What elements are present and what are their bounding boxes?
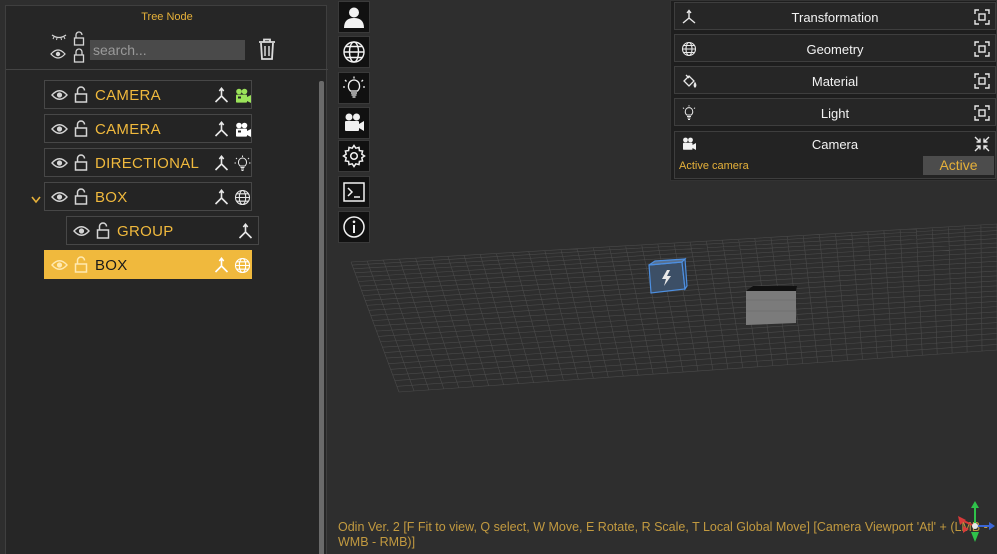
transform-axes-icon <box>214 189 229 205</box>
tree-scrollbar[interactable] <box>319 81 324 554</box>
eye-icon[interactable] <box>50 48 66 60</box>
settings-button[interactable] <box>338 140 370 172</box>
tree-header <box>6 30 328 70</box>
expand-icon[interactable] <box>974 73 990 89</box>
app-root: Odin Ver. 2 [F Fit to view, Q select, W … <box>0 0 997 554</box>
tree-node-panel: Tree Node CAMERA CAMERA DIRECTIONAL BOX GROU… <box>5 5 328 554</box>
tree-node-label: GROUP <box>117 223 174 240</box>
geometry-label: Geometry <box>806 42 864 57</box>
transform-axes-icon <box>214 257 229 273</box>
properties-panel: Transformation Geometry Material Light C… <box>670 0 997 181</box>
eye-icon[interactable] <box>73 224 90 238</box>
grid-lines <box>350 223 997 393</box>
globe-icon <box>343 41 365 63</box>
eye-icon[interactable] <box>51 190 68 204</box>
lock-open-icon[interactable] <box>74 86 88 103</box>
tree-node-camera[interactable]: CAMERA <box>44 114 252 143</box>
transformation-section[interactable]: Transformation <box>674 2 996 30</box>
active-button[interactable]: Active <box>923 156 994 175</box>
transform-axes-icon <box>214 121 229 137</box>
collapse-icon[interactable] <box>974 136 990 152</box>
tree-node-group[interactable]: GROUP <box>66 216 259 245</box>
tree-node-label: CAMERA <box>95 87 161 104</box>
trash-icon[interactable] <box>256 37 278 61</box>
box-object[interactable] <box>746 286 797 325</box>
geometry-icon <box>234 189 251 206</box>
geometry-icon <box>234 257 251 274</box>
camera-label: Camera <box>811 137 859 152</box>
lock-open-icon[interactable] <box>74 188 88 205</box>
light-label: Light <box>820 106 850 121</box>
lock-open-icon[interactable] <box>74 256 88 273</box>
camera-icon <box>345 113 364 131</box>
eye-icon[interactable] <box>51 122 68 136</box>
expand-icon[interactable] <box>974 41 990 57</box>
eye-icon[interactable] <box>51 258 68 272</box>
gear-icon <box>342 144 366 168</box>
search-input[interactable] <box>90 40 245 60</box>
material-label: Material <box>811 74 859 89</box>
camera-section: Camera Active camera Active <box>674 131 996 179</box>
globe-button[interactable] <box>338 36 370 68</box>
camera-icon <box>236 88 251 103</box>
user-icon <box>344 7 364 28</box>
expand-icon[interactable] <box>974 105 990 121</box>
console-button[interactable] <box>338 176 370 208</box>
material-section[interactable]: Material <box>674 66 996 94</box>
info-icon <box>343 216 365 238</box>
light-button[interactable] <box>338 72 370 104</box>
camera-button[interactable] <box>338 107 370 139</box>
user-button[interactable] <box>338 1 370 33</box>
tree-node-label: BOX <box>95 189 128 206</box>
lock-open-icon[interactable] <box>74 154 88 171</box>
lock-icon[interactable] <box>73 48 85 63</box>
expand-icon[interactable] <box>974 9 990 25</box>
transform-axes-icon <box>238 223 253 239</box>
geometry-section[interactable]: Geometry <box>674 34 996 62</box>
selected-box[interactable] <box>648 257 688 294</box>
light-section[interactable]: Light <box>674 98 996 126</box>
transform-axes-icon <box>214 87 229 103</box>
tree-node-camera[interactable]: CAMERA <box>44 80 252 109</box>
tree-node-label: BOX <box>95 257 128 274</box>
camera-icon <box>236 122 251 137</box>
tree-node-directional[interactable]: DIRECTIONAL <box>44 148 252 177</box>
active-camera-label: Active camera <box>679 160 749 172</box>
info-button[interactable] <box>338 211 370 243</box>
tree-node-label: DIRECTIONAL <box>95 155 200 172</box>
lock-open-icon[interactable] <box>96 222 110 239</box>
lock-open-icon[interactable] <box>73 31 85 46</box>
status-bar-text: Odin Ver. 2 [F Fit to view, Q select, W … <box>338 520 988 549</box>
transform-axes-icon <box>214 155 229 171</box>
eye-icon[interactable] <box>51 156 68 170</box>
lock-open-icon[interactable] <box>74 120 88 137</box>
tree-node-box[interactable]: BOX <box>44 182 252 211</box>
light-icon <box>234 155 251 171</box>
terminal-icon <box>343 182 365 202</box>
axis-gizmo[interactable] <box>955 498 995 552</box>
tree-node-box[interactable]: BOX <box>44 250 252 279</box>
transformation-label: Transformation <box>791 10 879 25</box>
eye-closed-icon[interactable] <box>51 33 67 41</box>
eye-icon[interactable] <box>51 88 68 102</box>
ground-grid <box>350 223 997 393</box>
tree-node-label: CAMERA <box>95 121 161 138</box>
panel-title: Tree Node <box>141 11 193 23</box>
lightbulb-icon <box>343 76 365 98</box>
chevron-down-icon[interactable] <box>30 195 42 205</box>
